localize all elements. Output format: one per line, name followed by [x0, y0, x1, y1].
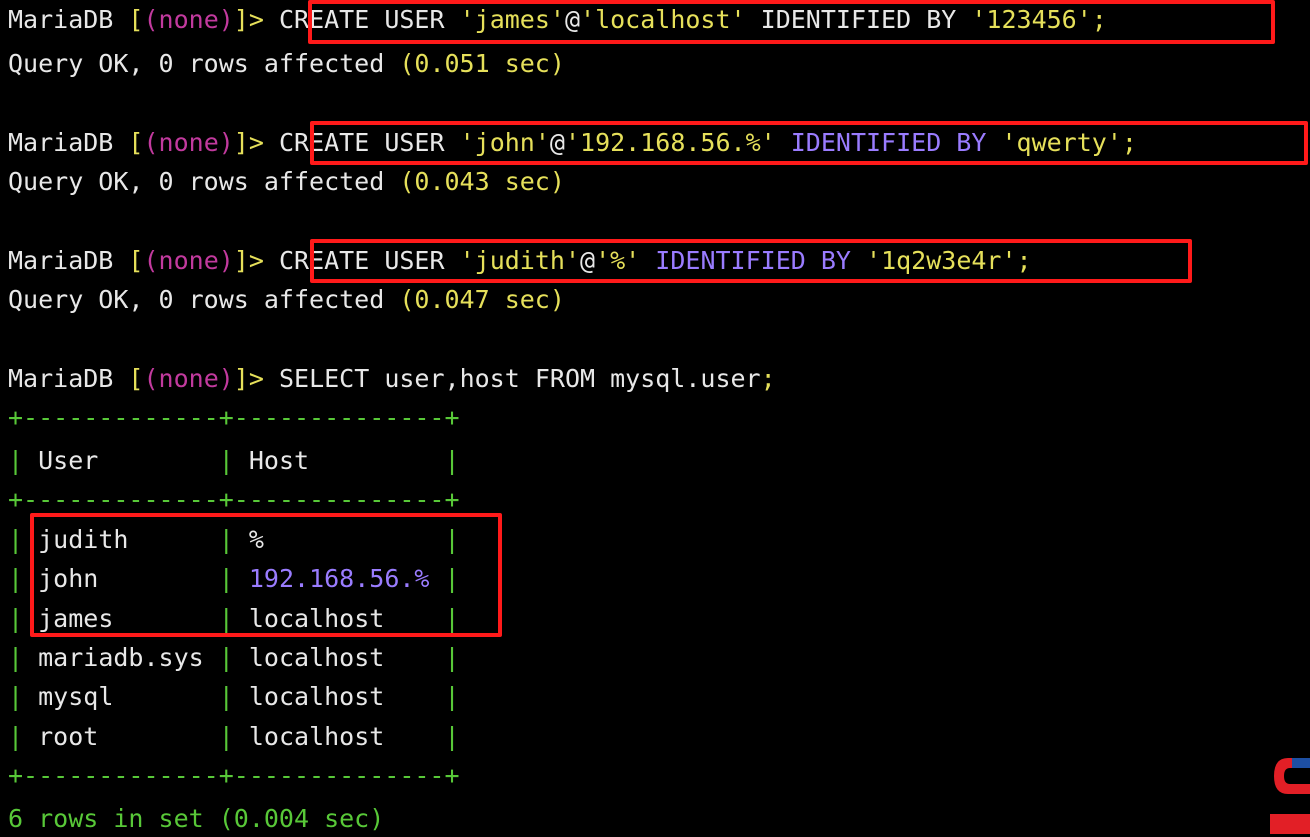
- cell-user: mysql: [38, 682, 114, 711]
- prompt-bracket-close: ]>: [233, 128, 264, 157]
- result-line-2: Query OK, 0 rows affected (0.043 sec): [8, 164, 565, 200]
- prompt-bracket-open: [: [128, 5, 144, 34]
- result-text: Query OK, 0 rows affected: [8, 167, 400, 196]
- prompt-bracket-open: [: [128, 364, 144, 393]
- highlight-box-command-3: [310, 239, 1192, 283]
- select-sql: SELECT user,host FROM mysql.user: [278, 364, 761, 393]
- prompt-name: MariaDB: [8, 128, 114, 157]
- sql-semicolon: ;: [760, 364, 776, 393]
- result-text: Query OK, 0 rows affected: [8, 49, 400, 78]
- cell-host: localhost: [248, 643, 385, 672]
- highlight-box-command-2: [310, 121, 1308, 165]
- result-time: (0.043 sec): [399, 167, 565, 196]
- cell-host: localhost: [248, 682, 385, 711]
- prompt-db: (none): [143, 128, 234, 157]
- table-border-bottom: +-------------+--------------+: [8, 761, 460, 790]
- table-row: | root | localhost |: [8, 722, 460, 751]
- cell-user: root: [38, 722, 99, 751]
- prompt-bracket-open: [: [128, 128, 144, 157]
- select-command-line: MariaDB [(none)]> SELECT user,host FROM …: [8, 361, 776, 397]
- result-footer: 6 rows in set (0.004 sec): [8, 804, 385, 833]
- prompt-db: (none): [143, 5, 234, 34]
- prompt-bracket-close: ]>: [233, 364, 264, 393]
- prompt-bracket-open: [: [128, 246, 144, 275]
- result-text: Query OK, 0 rows affected: [8, 285, 400, 314]
- prompt-db: (none): [143, 364, 234, 393]
- prompt-db: (none): [143, 246, 234, 275]
- prompt-name: MariaDB: [8, 364, 114, 393]
- prompt-bracket-close: ]>: [233, 5, 264, 34]
- result-line-3: Query OK, 0 rows affected (0.047 sec): [8, 282, 565, 318]
- prompt-bracket-close: ]>: [233, 246, 264, 275]
- table-header-row: | User | Host |: [8, 446, 460, 475]
- table-row: | mysql | localhost |: [8, 682, 460, 711]
- table-row: | mariadb.sys | localhost |: [8, 643, 460, 672]
- column-header-host: Host: [248, 446, 310, 475]
- prompt-name: MariaDB: [8, 246, 114, 275]
- highlight-box-command-1: [308, 0, 1275, 44]
- result-time: (0.047 sec): [399, 285, 565, 314]
- result-time: (0.051 sec): [399, 49, 565, 78]
- highlight-box-new-users: [30, 513, 502, 637]
- brand-logo-icon: [1270, 752, 1310, 834]
- table-border-top: +-------------+--------------+: [8, 403, 460, 432]
- result-line-1: Query OK, 0 rows affected (0.051 sec): [8, 46, 565, 82]
- cell-host: localhost: [248, 722, 385, 751]
- terminal-window[interactable]: MariaDB [(none)]> CREATE USER 'james'@'l…: [0, 0, 1310, 834]
- prompt-name: MariaDB: [8, 5, 114, 34]
- cell-user: mariadb.sys: [38, 643, 204, 672]
- column-header-user: User: [38, 446, 99, 475]
